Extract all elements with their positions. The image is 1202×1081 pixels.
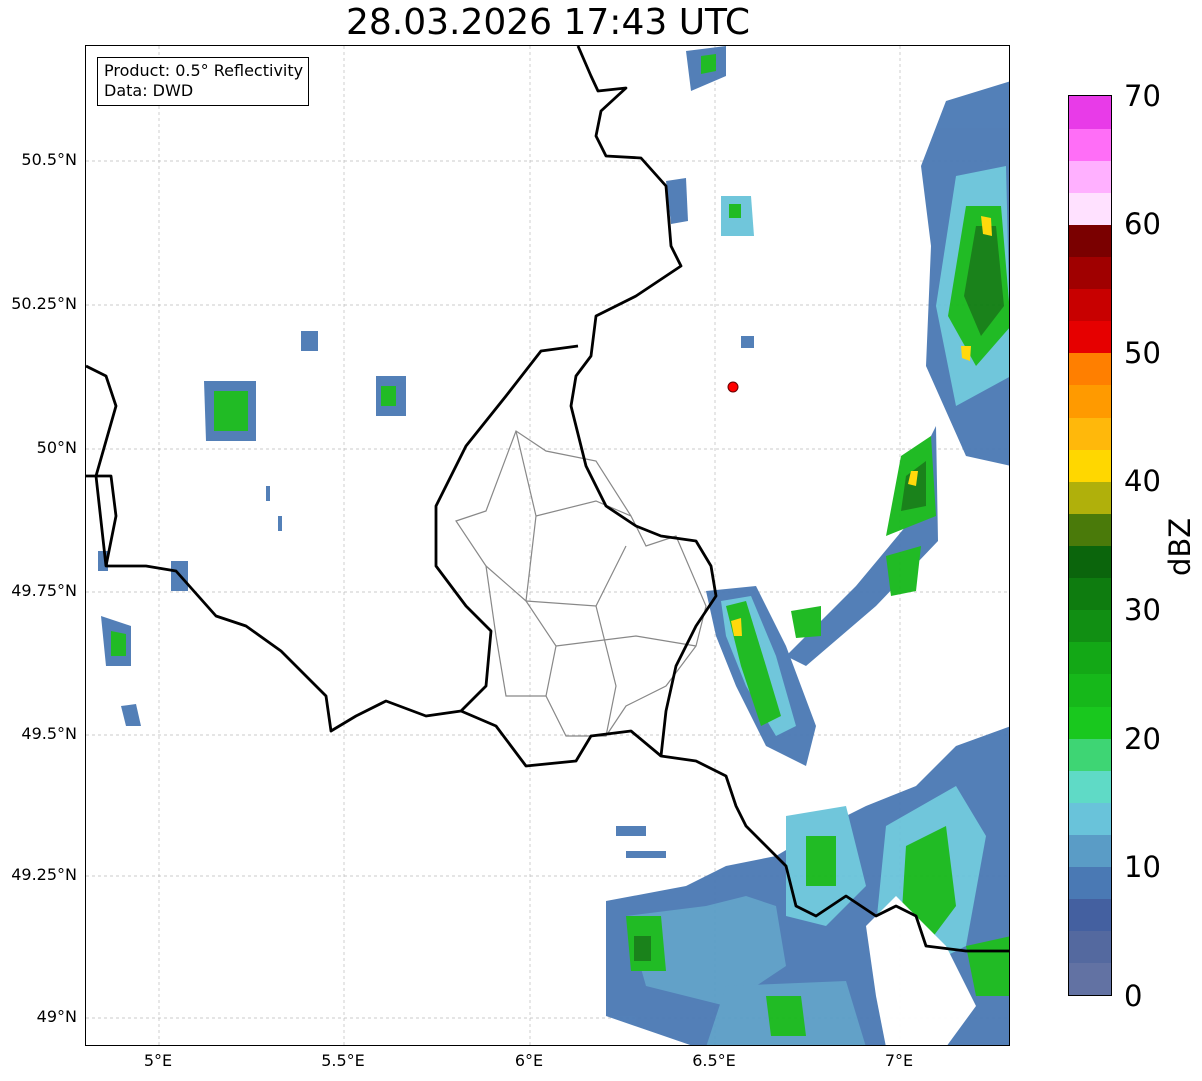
colorbar-segment — [1069, 417, 1111, 450]
colorbar-segment — [1069, 288, 1111, 322]
x-tick-label: 6°E — [514, 1051, 544, 1070]
colorbar-tick-label: 50 — [1124, 336, 1161, 370]
radar-map[interactable] — [85, 45, 1010, 1046]
map-canvas — [86, 46, 1009, 1045]
colorbar-segment — [1069, 770, 1111, 803]
data-source-label: Data: DWD — [104, 81, 194, 100]
product-label: Product: 0.5° Reflectivity — [104, 61, 304, 80]
colorbar-segment — [1069, 673, 1111, 707]
colorbar-tick-label: 10 — [1124, 850, 1161, 884]
colorbar-segment — [1069, 962, 1111, 996]
colorbar-segment — [1069, 256, 1111, 290]
colorbar-segment — [1069, 898, 1111, 932]
colorbar-tick-label: 30 — [1124, 593, 1161, 627]
radar-echoes — [98, 46, 1009, 1045]
colorbar-segment — [1069, 449, 1111, 482]
colorbar-tick-label: 40 — [1124, 464, 1161, 498]
colorbar-segment — [1069, 930, 1111, 964]
colorbar-segment — [1069, 834, 1111, 868]
y-tick-label: 49.25°N — [11, 865, 77, 884]
product-info-box: Product: 0.5° Reflectivity Data: DWD — [97, 57, 310, 106]
map-title: 28.03.2026 17:43 UTC — [345, 2, 751, 43]
x-tick-label: 5°E — [143, 1051, 173, 1070]
x-tick-label: 5.5°E — [321, 1051, 365, 1070]
y-tick-label: 49°N — [36, 1007, 77, 1026]
colorbar-segment — [1069, 224, 1111, 258]
colorbar-segment — [1069, 128, 1111, 161]
colorbar-segment — [1069, 192, 1111, 225]
y-tick-label: 50.5°N — [21, 150, 77, 169]
colorbar-label: dBZ — [1163, 517, 1197, 576]
colorbar-segment — [1069, 738, 1111, 771]
colorbar-segment — [1069, 481, 1111, 514]
colorbar-segment — [1069, 641, 1111, 675]
colorbar — [1068, 95, 1112, 996]
colorbar-segment — [1069, 866, 1111, 900]
radar-site-marker — [727, 381, 739, 393]
colorbar-segment — [1069, 706, 1111, 739]
colorbar-segment — [1069, 352, 1111, 386]
colorbar-segment — [1069, 802, 1111, 835]
colorbar-tick-label: 20 — [1124, 722, 1161, 756]
colorbar-segment — [1069, 513, 1111, 546]
colorbar-tick-label: 70 — [1124, 79, 1161, 113]
y-tick-label: 49.5°N — [21, 724, 77, 743]
colorbar-tick-label: 0 — [1124, 979, 1143, 1013]
colorbar-segment — [1069, 609, 1111, 643]
colorbar-segment — [1069, 384, 1111, 418]
colorbar-segment — [1069, 577, 1111, 611]
colorbar-segment — [1069, 545, 1111, 579]
x-tick-label: 7°E — [884, 1051, 914, 1070]
y-tick-label: 50.25°N — [11, 294, 77, 313]
district-borders — [455, 430, 707, 737]
y-tick-label: 49.75°N — [11, 581, 77, 600]
colorbar-segment — [1069, 320, 1111, 354]
x-tick-label: 6.5°E — [692, 1051, 736, 1070]
colorbar-segment — [1069, 160, 1111, 193]
colorbar-tick-label: 60 — [1124, 207, 1161, 241]
colorbar-segment — [1069, 96, 1111, 129]
y-tick-label: 50°N — [36, 438, 77, 457]
